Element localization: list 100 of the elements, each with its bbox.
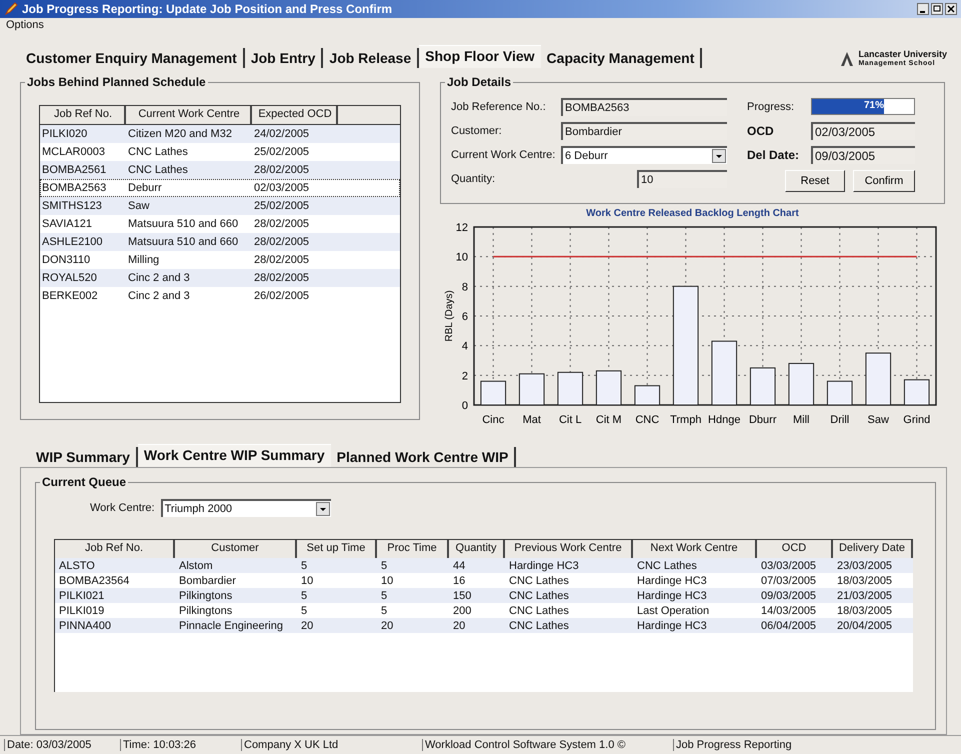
field-label: Customer:: [451, 124, 503, 137]
table-cell-text: BOMBA23564: [58, 574, 130, 587]
status-text: Company X UK Ltd: [241, 739, 414, 752]
table-cell-text: Deburr: [127, 182, 163, 194]
table-cell-text: BOMBA2563: [41, 182, 108, 194]
bar: [634, 385, 660, 406]
axis-tick-label: 4: [462, 340, 468, 353]
table-cell-text: Pilkingtons: [178, 604, 234, 617]
logo-text: Lancaster University: [858, 50, 947, 59]
minimize-icon[interactable]: [917, 2, 929, 15]
bar: [596, 370, 622, 406]
table-cell-text: Hardinge HC3: [636, 590, 708, 602]
table-row[interactable]: MCLAR0003 CNC Lathes 25/02/2005: [40, 142, 400, 161]
input-field[interactable]: Bombardier: [561, 122, 727, 140]
axis-tick-label: 10: [456, 252, 468, 264]
table-cell-text: 10: [300, 574, 314, 587]
table-cell-text: 20: [452, 620, 466, 632]
group-title: Job Details: [445, 74, 514, 89]
group-title: Jobs Behind Planned Schedule: [25, 74, 208, 89]
table-cell-text: 5: [380, 560, 388, 572]
table-cell-text: 150: [452, 590, 472, 602]
field-label: Quantity:: [451, 172, 496, 185]
table-row[interactable]: ROYAL520 Cinc 2 and 3 28/02/2005: [40, 268, 400, 287]
table-cell-text: Milling: [127, 254, 160, 266]
table-cell-text: Hardinge HC3: [508, 560, 580, 572]
dropdown[interactable]: 6 Deburr: [561, 146, 727, 164]
table-row[interactable]: ASHLE2100 Matsuura 510 and 660 28/02/2005: [40, 232, 400, 251]
table-cell-text: 5: [300, 604, 308, 617]
window-title: Job Progress Reporting: Update Job Position and Press Confirm: [22, 2, 392, 16]
table-cell-text: 25/02/2005: [253, 200, 310, 212]
table-row[interactable]: DON3110 Milling 28/02/2005: [40, 250, 400, 269]
table-row[interactable]: BOMBA2563 Deburr 02/03/2005: [40, 178, 400, 197]
table-cell-text: 200: [452, 604, 472, 617]
table-cell-text: 07/03/2005: [760, 574, 818, 587]
table-cell-text: CNC Lathes: [127, 164, 189, 176]
table-cell-text: ASHLE2100: [41, 236, 104, 248]
table-cell-text: 20: [300, 620, 314, 632]
table-cell-text: Last Operation: [636, 604, 710, 617]
table-row[interactable]: BERKE002 Cinc 2 and 3 26/02/2005: [40, 286, 400, 305]
axis-tick-label: 0: [462, 400, 468, 412]
table-cell-text: 24/02/2005: [253, 128, 310, 140]
tab[interactable]: Customer Enquiry Management: [20, 48, 245, 68]
table-cell-text: 25/02/2005: [253, 146, 310, 158]
close-icon[interactable]: [945, 2, 957, 15]
field-label: OCD: [747, 124, 775, 138]
input-field[interactable]: 10: [637, 170, 727, 188]
table-cell-text: CNC Lathes: [508, 590, 570, 602]
table-cell-text: 28/02/2005: [253, 164, 310, 176]
bar: [826, 380, 853, 406]
field-label: Del Date:: [747, 148, 800, 162]
axis-tick-label: Trmph: [670, 414, 702, 426]
table-cell-text: 28/02/2005: [253, 236, 310, 248]
confirm-button[interactable]: Confirm: [853, 170, 915, 192]
table-row[interactable]: SAVIA121 Matsuura 510 and 660 28/02/2005: [40, 214, 400, 233]
status-text: Workload Control Software System 1.0 ©: [422, 739, 665, 752]
axis-tick-label: Cit L: [558, 414, 582, 426]
table-cell-text: 5: [300, 590, 308, 602]
table-cell-text: 09/03/2005: [760, 590, 818, 602]
bar: [904, 379, 930, 406]
axis-tick-label: CNC: [635, 414, 660, 426]
tab[interactable]: Work Centre WIP Summary: [138, 444, 331, 468]
table-cell-text: 5: [300, 560, 308, 572]
tab[interactable]: Planned Work Centre WIP: [330, 447, 516, 468]
maximize-icon[interactable]: [931, 2, 943, 15]
table-cell-text: Citizen M20 and M32: [127, 128, 233, 140]
table-cell-text: 06/04/2005: [760, 620, 818, 632]
input-field[interactable]: 09/03/2005: [811, 146, 915, 164]
table-cell-text: ALSTO: [58, 560, 96, 572]
input-field[interactable]: BOMBA2563: [561, 98, 727, 116]
table-cell-text: 28/02/2005: [253, 218, 310, 230]
table-cell-text: 20: [380, 620, 394, 632]
reset-button[interactable]: Reset: [785, 170, 845, 192]
menu-item[interactable]: Options: [6, 18, 44, 31]
table-cell-text: CNC Lathes: [636, 560, 698, 572]
table-cell-text: 5: [380, 604, 388, 617]
table-row[interactable]: BOMBA2561 CNC Lathes 28/02/2005: [40, 160, 400, 179]
table-cell-text: CNC Lathes: [508, 620, 570, 632]
tab[interactable]: Capacity Management: [540, 48, 702, 68]
tab[interactable]: Job Entry: [244, 48, 324, 68]
status-text: Time: 10:03:26: [120, 739, 233, 752]
group-title: Current Queue: [40, 475, 128, 490]
bar: [788, 362, 814, 406]
input-field[interactable]: 02/03/2005: [811, 122, 915, 140]
bar: [518, 373, 545, 406]
bar: [480, 380, 506, 406]
axis-tick-label: Grind: [903, 414, 930, 426]
table-cell-text: CNC Lathes: [127, 146, 189, 158]
status-text: Job Progress Reporting: [673, 739, 876, 752]
table-cell-text: 10: [380, 574, 394, 587]
tab[interactable]: Shop Floor View: [419, 44, 541, 68]
table-cell-text: Matsuura 510 and 660: [127, 236, 240, 248]
table-row[interactable]: PILKI020 Citizen M20 and M32 24/02/2005: [40, 124, 400, 143]
axis-tick-label: Hdnge: [708, 414, 740, 426]
axis-tick-label: Mill: [793, 414, 810, 426]
table-cell-text: Cinc 2 and 3: [127, 272, 191, 284]
table-cell-text: MCLAR0003: [41, 146, 106, 158]
dropdown[interactable]: Triumph 2000: [160, 499, 331, 518]
table-cell-text: ROYAL520: [41, 272, 98, 284]
axis-tick-label: Cinc: [482, 414, 504, 426]
table-row[interactable]: SMITHS123 Saw 25/02/2005: [40, 196, 400, 215]
